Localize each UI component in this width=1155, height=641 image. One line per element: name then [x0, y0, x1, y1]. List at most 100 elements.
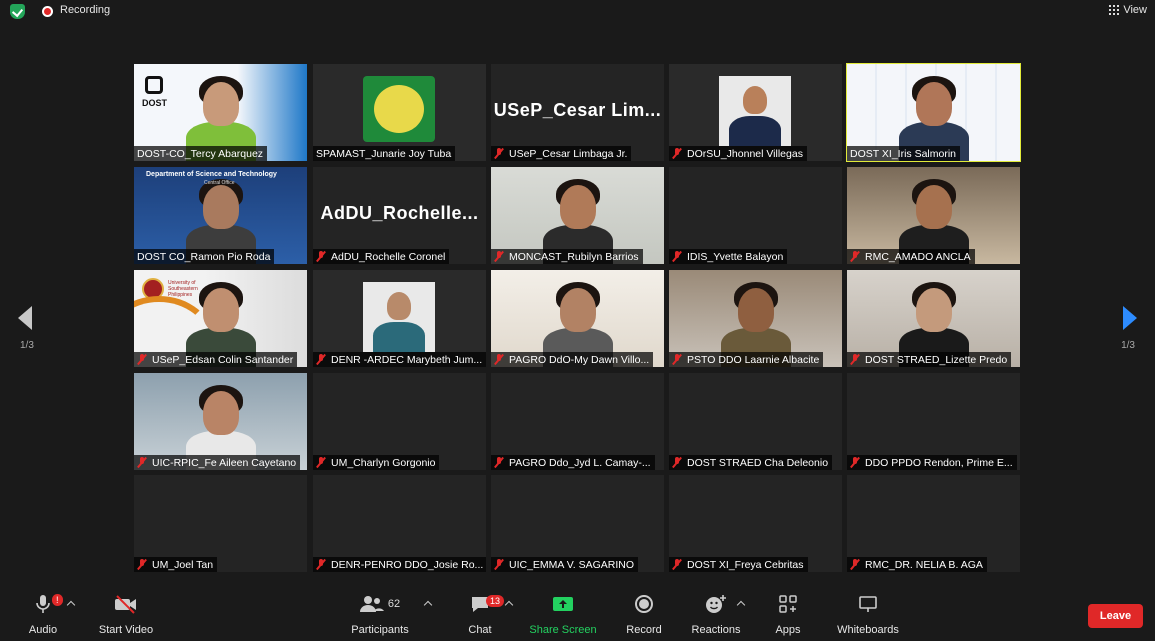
- muted-microphone-icon: [494, 251, 504, 262]
- muted-microphone-icon: [316, 559, 326, 570]
- apps-button[interactable]: Apps: [772, 590, 804, 641]
- participant-name: AdDU_Rochelle Coronel: [331, 250, 446, 263]
- participant-tile[interactable]: RMC_DR. NELIA B. AGA: [847, 475, 1020, 572]
- view-button[interactable]: View: [1109, 2, 1147, 18]
- participant-name-bar: USeP_Cesar Limbaga Jr.: [491, 146, 632, 161]
- profile-photo: [719, 76, 791, 146]
- participant-name: RMC_DR. NELIA B. AGA: [865, 558, 983, 571]
- participant-tile[interactable]: UIC_EMMA V. SAGARINO: [491, 475, 664, 572]
- participant-name: DENR -ARDEC Marybeth Jum...: [331, 353, 483, 366]
- start-video-button[interactable]: Start Video: [96, 590, 156, 641]
- chat-button[interactable]: 13 Chat: [465, 590, 505, 641]
- participant-tile[interactable]: UM_Joel Tan: [134, 475, 307, 572]
- dost-logo: DOST: [142, 98, 168, 108]
- participant-tile[interactable]: DOST XI_Iris Salmorin: [846, 63, 1021, 162]
- department-subtitle-text: Central Office: [204, 180, 235, 186]
- participant-name-bar: DOST XI_Iris Salmorin: [847, 146, 960, 161]
- recording-icon: [42, 6, 53, 17]
- participant-name-bar: UM_Joel Tan: [134, 557, 218, 572]
- recording-label: Recording: [60, 4, 111, 16]
- participant-name-bar: DOST CO_Ramon Pio Roda: [134, 249, 275, 264]
- muted-microphone-icon: [850, 559, 860, 570]
- participant-name-bar: MONCAST_Rubilyn Barrios: [491, 249, 643, 264]
- participant-name-bar: PAGRO DdO-My Dawn Villo...: [491, 352, 654, 367]
- department-banner-text: Department of Science and Technology: [146, 171, 277, 178]
- participant-tile[interactable]: IDIS_Yvette Balayon: [669, 167, 842, 264]
- page-indicator-right: 1/3: [1121, 340, 1135, 351]
- participant-name-bar: RMC_AMADO ANCLA: [847, 249, 975, 264]
- participant-name-bar: RMC_DR. NELIA B. AGA: [847, 557, 987, 572]
- participant-face: [560, 288, 596, 332]
- chat-label: Chat: [468, 624, 492, 636]
- participant-tile[interactable]: DENR -ARDEC Marybeth Jum...: [313, 270, 486, 367]
- participant-tile[interactable]: DOrSU_Jhonnel Villegas: [669, 64, 842, 161]
- participant-name: DENR-PENRO DDO_Josie Ro...: [331, 558, 484, 571]
- page-indicator-left: 1/3: [20, 340, 34, 351]
- participant-tile[interactable]: UIC-RPIC_Fe Aileen Cayetano: [134, 373, 307, 470]
- muted-microphone-icon: [672, 559, 682, 570]
- chat-options-caret-icon[interactable]: [504, 600, 514, 610]
- participant-name-bar: UM_Charlyn Gorgonio: [313, 455, 440, 470]
- participant-tile[interactable]: DOST STRAED Cha Deleonio: [669, 373, 842, 470]
- participant-name: DOrSU_Jhonnel Villegas: [687, 147, 803, 160]
- participant-name: UIC_EMMA V. SAGARINO: [509, 558, 635, 571]
- participant-name-bar: DDO PPDO Rendon, Prime E...: [847, 455, 1017, 470]
- record-button[interactable]: Record: [624, 590, 664, 641]
- grid-view-icon: [1109, 5, 1120, 15]
- participant-tile[interactable]: Department of Science and Technology Cent…: [134, 167, 307, 264]
- muted-microphone-icon: [494, 148, 504, 159]
- participant-name: PSTO DDO Laarnie Albacite: [687, 353, 820, 366]
- microphone-icon: [36, 595, 50, 613]
- security-shield-icon[interactable]: [10, 4, 25, 19]
- video-off-icon: [115, 595, 136, 614]
- participant-name-bar: DOrSU_Jhonnel Villegas: [669, 146, 807, 161]
- university-name-text: University of Southeastern Philippines: [168, 280, 198, 298]
- participant-tile[interactable]: AdDU_Rochelle... AdDU_Rochelle Coronel: [313, 167, 486, 264]
- participant-name: MONCAST_Rubilyn Barrios: [509, 250, 639, 263]
- previous-page-arrow-icon[interactable]: [18, 306, 32, 330]
- participant-face: [916, 185, 952, 229]
- participant-tile[interactable]: RMC_AMADO ANCLA: [847, 167, 1020, 264]
- participant-name-bar: PAGRO Ddo_Jyd L. Camay-...: [491, 455, 655, 470]
- participant-tile[interactable]: USeP_Cesar Lim... USeP_Cesar Limbaga Jr.: [491, 64, 664, 161]
- apps-icon: [779, 595, 797, 613]
- participant-tile[interactable]: DOST DOST-CO_Tercy Abarquez: [134, 64, 307, 161]
- audio-options-caret-icon[interactable]: [66, 600, 76, 610]
- participant-tile[interactable]: SPAMAST_Junarie Joy Tuba: [313, 64, 486, 161]
- participant-tile[interactable]: PAGRO DdO-My Dawn Villo...: [491, 270, 664, 367]
- audio-button[interactable]: ! Audio: [26, 590, 63, 641]
- participant-tile[interactable]: University of Southeastern Philippines US…: [134, 270, 307, 367]
- organization-logo: [363, 76, 435, 142]
- participant-name: DOST CO_Ramon Pio Roda: [137, 250, 271, 263]
- whiteboards-button[interactable]: Whiteboards: [834, 590, 902, 641]
- dost-logo-icon: [145, 76, 163, 94]
- participant-name: SPAMAST_Junarie Joy Tuba: [316, 147, 452, 160]
- share-screen-icon: [553, 597, 573, 611]
- apps-label: Apps: [775, 624, 801, 636]
- participant-name: PAGRO Ddo_Jyd L. Camay-...: [509, 456, 651, 469]
- participant-name-bar: DOST STRAED Cha Deleonio: [669, 455, 833, 470]
- participants-options-caret-icon[interactable]: [423, 600, 433, 610]
- participant-name-bar: UIC_EMMA V. SAGARINO: [491, 557, 639, 572]
- muted-microphone-icon: [316, 251, 326, 262]
- participant-tile[interactable]: DOST XI_Freya Cebritas: [669, 475, 842, 572]
- next-page-arrow-icon[interactable]: [1123, 306, 1137, 330]
- share-screen-button[interactable]: Share Screen: [529, 590, 597, 641]
- participant-tile[interactable]: PAGRO Ddo_Jyd L. Camay-...: [491, 373, 664, 470]
- participant-tile[interactable]: PSTO DDO Laarnie Albacite: [669, 270, 842, 367]
- participant-tile[interactable]: UM_Charlyn Gorgonio: [313, 373, 486, 470]
- muted-microphone-icon: [494, 457, 504, 468]
- participants-button[interactable]: 62 Participants: [349, 590, 411, 641]
- participant-name: DOST XI_Iris Salmorin: [850, 147, 956, 160]
- participant-tile[interactable]: DOST STRAED_Lizette Predo: [847, 270, 1020, 367]
- participant-tile[interactable]: MONCAST_Rubilyn Barrios: [491, 167, 664, 264]
- participant-name: USeP_Cesar Limbaga Jr.: [509, 147, 628, 160]
- participants-count: 62: [387, 598, 401, 610]
- participant-name-bar: DOST STRAED_Lizette Predo: [847, 352, 1012, 367]
- leave-button[interactable]: Leave: [1088, 604, 1143, 628]
- share-screen-label: Share Screen: [529, 624, 597, 636]
- participant-tile[interactable]: DENR-PENRO DDO_Josie Ro...: [313, 475, 486, 572]
- reactions-button[interactable]: Reactions: [690, 590, 742, 641]
- participant-face: [738, 288, 774, 332]
- participant-tile[interactable]: DDO PPDO Rendon, Prime E...: [847, 373, 1020, 470]
